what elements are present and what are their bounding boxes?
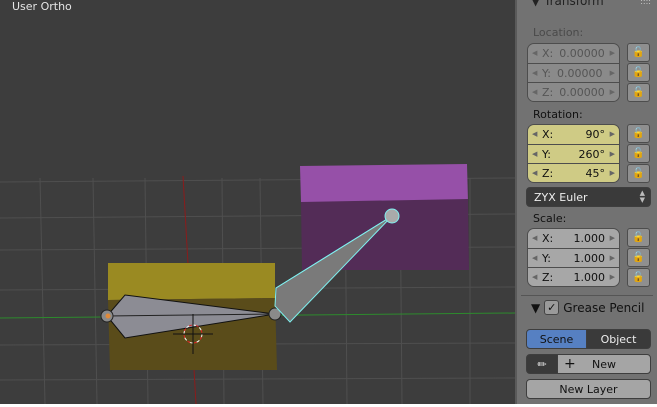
scene-tab[interactable]: Scene — [526, 329, 587, 349]
rotation-mode-value: ZYX Euler — [534, 190, 588, 204]
bone-2-tail — [384, 208, 400, 224]
properties-panel: ▼ Transform :::: Location: ◀ X: 0.00000 ▶ ◀… — [515, 0, 657, 404]
location-fields: ◀ X: 0.00000 ▶ ◀ Y: 0.00000 ▶ ◀ Z: 0.00000 ▶ — [527, 43, 620, 102]
updown-arrow-icon: ▲ ▼ — [639, 189, 645, 204]
axis-label: X: — [542, 47, 554, 60]
value: 45° — [585, 166, 606, 180]
location-z-field[interactable]: ◀ Z: 0.00000 ▶ — [528, 82, 619, 101]
axis-label: Z: — [542, 166, 554, 180]
axis-label: X: — [542, 232, 554, 245]
scale-fields: ◀ X: 1.000 ▶ ◀ Y: 1.000 ▶ ◀ Z: 1.000 ▶ — [527, 228, 620, 287]
scale-x-field[interactable]: ◀ X: 1.000 ▶ — [528, 229, 619, 248]
rotation-x-field[interactable]: ◀ X: 90° ▶ — [528, 125, 619, 144]
scale-label: Scale: — [533, 212, 567, 225]
lock-icon[interactable]: 🔓 — [627, 268, 650, 287]
scale-z-field[interactable]: ◀ Z: 1.000 ▶ — [528, 267, 619, 286]
rotation-y-field[interactable]: ◀ Y: 260° ▶ — [528, 144, 619, 163]
value: 0.00000 — [556, 66, 603, 80]
axis-label: Y: — [542, 66, 551, 80]
grease-pencil-header[interactable]: ▼ ✓ Grease Pencil — [531, 300, 644, 315]
value: 260° — [578, 147, 606, 161]
rotation-z-field[interactable]: ◀ Z: 45° ▶ — [528, 163, 619, 182]
new-button[interactable]: + New — [557, 354, 651, 374]
value: 0.00000 — [559, 85, 605, 99]
axis-label: Y: — [542, 147, 551, 161]
axis-label: Z: — [542, 85, 554, 99]
lock-icon[interactable]: 🔓 — [627, 164, 650, 183]
grease-pencil-label: Grease Pencil — [563, 300, 645, 315]
scale-y-field[interactable]: ◀ Y: 1.000 ▶ — [528, 248, 619, 267]
location-x-field[interactable]: ◀ X: 0.00000 ▶ — [528, 44, 619, 63]
transform-header-label: Transform — [544, 0, 604, 8]
transform-header[interactable]: ▼ Transform — [531, 0, 604, 8]
drag-handle-icon[interactable]: :::: — [640, 0, 651, 6]
location-label: Location: — [533, 26, 584, 39]
object-tab[interactable]: Object — [586, 329, 651, 349]
lock-icon[interactable]: 🔓 — [627, 144, 650, 163]
value: 0.00000 — [559, 47, 605, 60]
pencil-icon[interactable]: ✏ — [526, 354, 558, 374]
lock-icon[interactable]: 🔓 — [627, 83, 650, 102]
new-label: New — [592, 357, 616, 371]
purple-box-top — [300, 164, 468, 202]
axis-label: Y: — [542, 251, 551, 265]
plus-icon: + — [564, 356, 576, 372]
location-y-field[interactable]: ◀ Y: 0.00000 ▶ — [528, 63, 619, 82]
axis-label: X: — [542, 128, 554, 141]
grease-pencil-checkbox[interactable]: ✓ — [544, 300, 560, 315]
lock-icon[interactable]: 🔓 — [627, 228, 650, 247]
value: 1.000 — [573, 232, 606, 245]
collapse-arrow-icon: ▼ — [531, 300, 541, 315]
value: 90° — [585, 128, 606, 141]
rotation-mode-dropdown[interactable]: ZYX Euler ▲ ▼ — [526, 187, 651, 207]
lock-icon[interactable]: 🔓 — [627, 124, 650, 143]
value: 1.000 — [573, 251, 606, 265]
value: 1.000 — [573, 270, 606, 284]
lock-icon[interactable]: 🔓 — [627, 43, 650, 62]
yellow-box-top — [108, 263, 275, 300]
rotation-fields: ◀ X: 90° ▶ ◀ Y: 260° ▶ ◀ Z: 45° ▶ — [527, 124, 620, 183]
lock-icon[interactable]: 🔓 — [627, 63, 650, 82]
viewport-scene — [0, 164, 516, 405]
lock-icon[interactable]: 🔓 — [627, 248, 650, 267]
axis-label: Z: — [542, 270, 554, 284]
divider — [521, 295, 653, 296]
rotation-label: Rotation: — [533, 108, 583, 121]
3d-viewport[interactable]: User Ortho — [0, 0, 516, 405]
new-layer-button[interactable]: New Layer — [526, 379, 651, 399]
view-name: User Ortho — [12, 0, 72, 13]
